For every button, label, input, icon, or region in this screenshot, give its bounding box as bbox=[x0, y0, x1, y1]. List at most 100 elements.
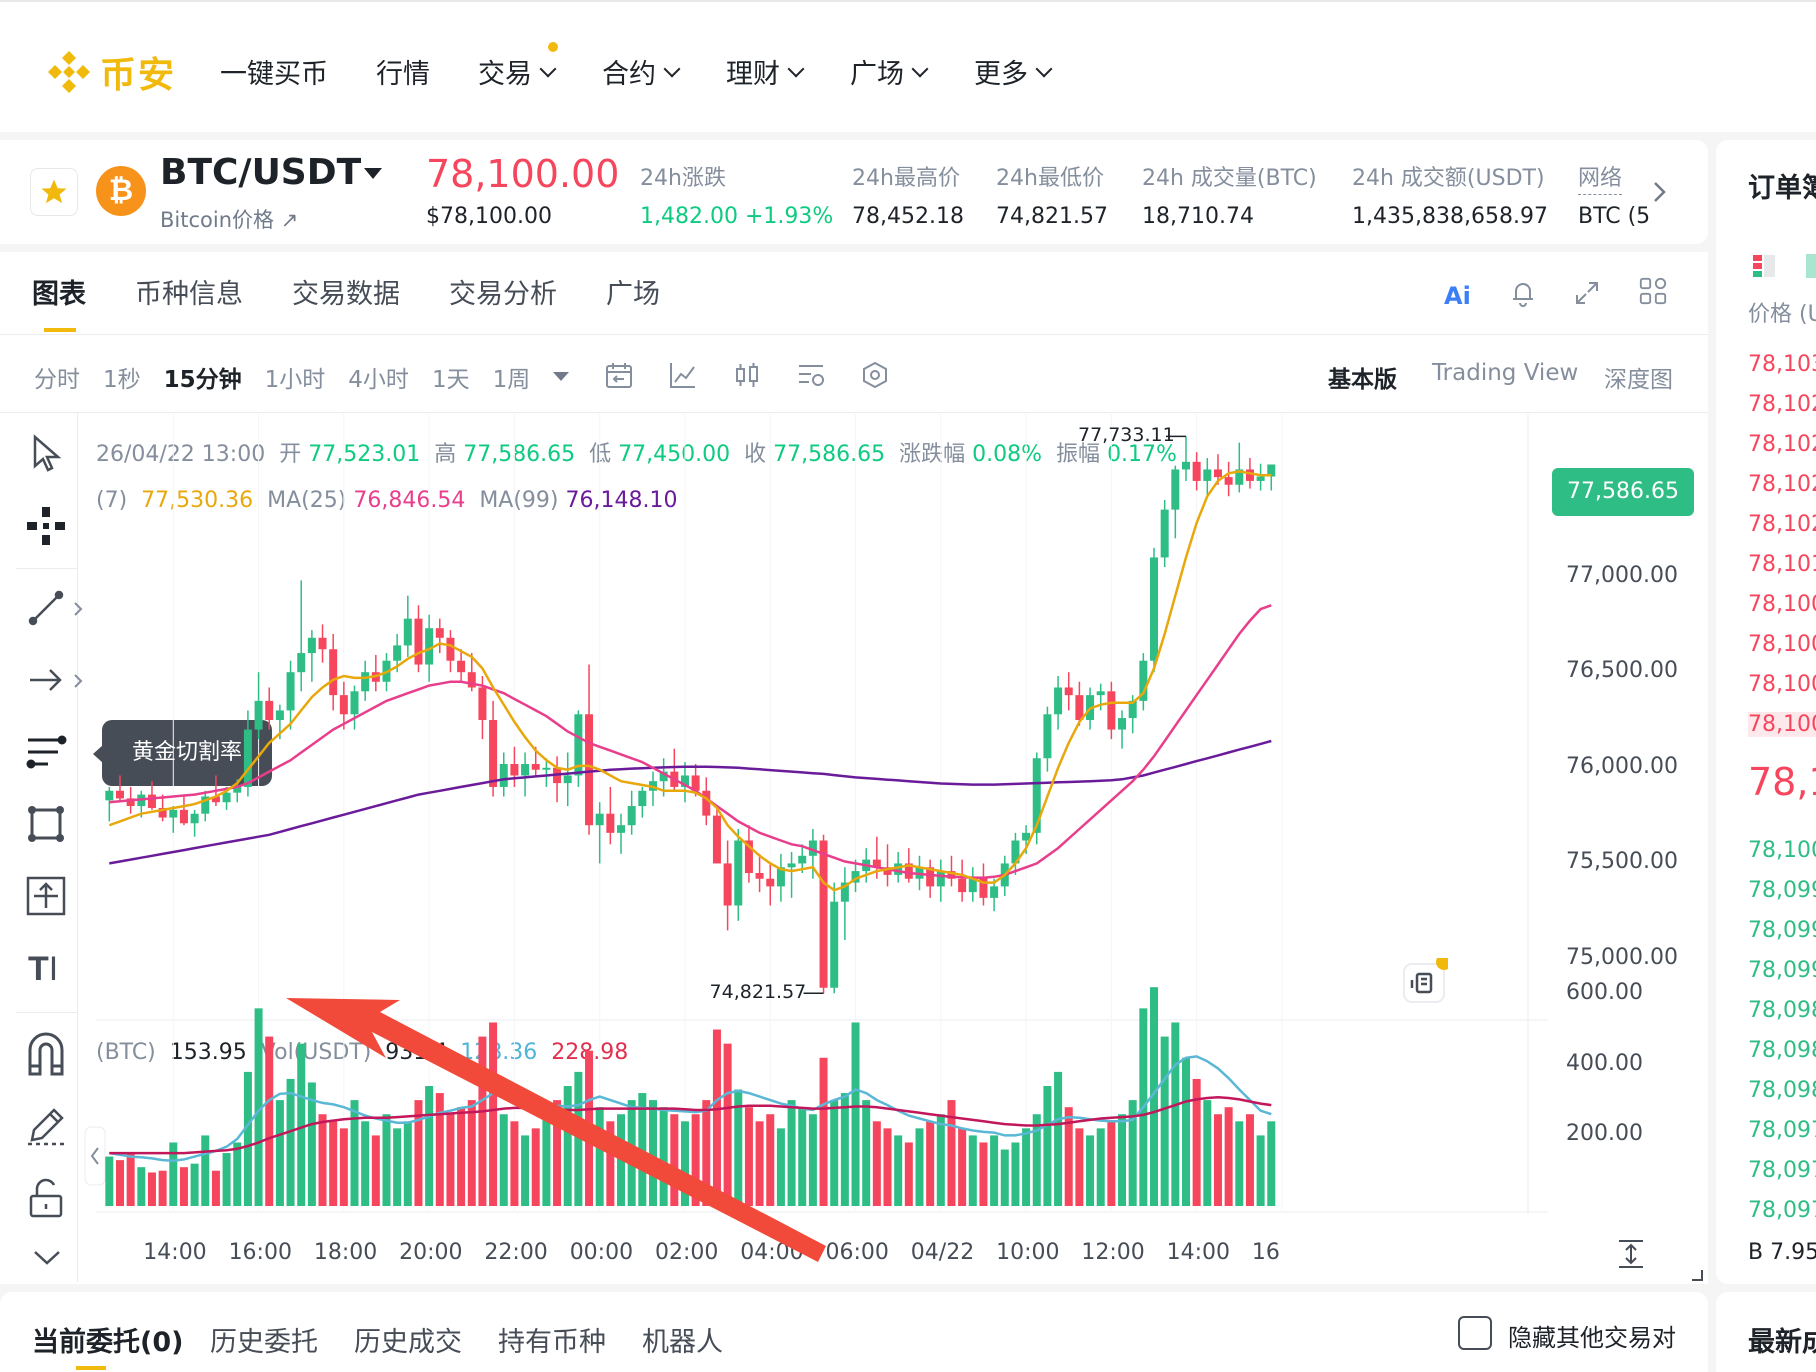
orderbook-ask-row[interactable]: 78,100 bbox=[1748, 712, 1816, 737]
bitcoin-price-link[interactable]: Bitcoin价格 ↗ bbox=[160, 204, 298, 234]
indicator-icon[interactable] bbox=[668, 360, 698, 390]
calendar-icon[interactable] bbox=[604, 360, 634, 390]
orderbook-ratio: B 7.95 bbox=[1748, 1240, 1816, 1265]
candle-body bbox=[1150, 557, 1159, 661]
tab-1[interactable]: 币种信息 bbox=[135, 272, 243, 311]
hexagon-settings-icon[interactable] bbox=[860, 360, 890, 390]
pair-selector[interactable]: BTC/USDT bbox=[160, 152, 361, 193]
nav-item-3[interactable]: 合约 bbox=[602, 52, 681, 91]
tab-3[interactable]: 交易分析 bbox=[449, 272, 557, 311]
fullscreen-icon[interactable] bbox=[1572, 278, 1602, 308]
interval-option[interactable]: 1秒 bbox=[103, 360, 141, 394]
candle-body bbox=[1064, 687, 1073, 696]
nav-item-0[interactable]: 一键买币 bbox=[220, 52, 328, 91]
trend-line-icon[interactable] bbox=[26, 588, 66, 628]
price-tick-label: 76,000.00 bbox=[1566, 753, 1678, 779]
orderbook-ask-row[interactable]: 78,102 bbox=[1748, 432, 1816, 457]
nav-item-1[interactable]: 行情 bbox=[376, 52, 430, 91]
favorite-button[interactable] bbox=[30, 168, 78, 216]
candle-body bbox=[318, 637, 327, 650]
nav-item-5[interactable]: 广场 bbox=[850, 52, 929, 91]
layout-grid-icon[interactable] bbox=[1638, 276, 1668, 306]
orderbook-ask-row[interactable]: 78,100 bbox=[1748, 592, 1816, 617]
lock-open-icon[interactable] bbox=[26, 1176, 66, 1220]
nav-item-4[interactable]: 理财 bbox=[726, 52, 805, 91]
orderbook-bid-row[interactable]: 78,097 bbox=[1748, 1198, 1816, 1223]
interval-option[interactable]: 15分钟 bbox=[164, 360, 242, 394]
orderbook-ask-row[interactable]: 78,102 bbox=[1748, 392, 1816, 417]
order-tab[interactable]: 机器人 bbox=[642, 1320, 723, 1359]
interval-option[interactable]: 1天 bbox=[432, 360, 470, 394]
caret-down-icon[interactable] bbox=[364, 168, 382, 179]
order-tab[interactable]: 历史委托 bbox=[210, 1320, 318, 1359]
volume-bar bbox=[808, 1114, 817, 1206]
arrow-right-icon[interactable] bbox=[26, 660, 66, 700]
order-tab[interactable]: 当前委托(0) bbox=[32, 1320, 183, 1359]
orderbook-bid-row[interactable]: 78,099 bbox=[1748, 878, 1816, 903]
chevron-right-icon[interactable] bbox=[1650, 178, 1670, 206]
orderbook-ask-row[interactable]: 78,100 bbox=[1748, 632, 1816, 657]
orderbook-ask-row[interactable]: 78,100 bbox=[1748, 672, 1816, 697]
orderbook-bid-row[interactable]: 78,099 bbox=[1748, 918, 1816, 943]
orderbook-buy-layout-icon[interactable] bbox=[1806, 254, 1816, 278]
resize-handle-icon[interactable] bbox=[1690, 1268, 1704, 1282]
trade-widget-icon[interactable] bbox=[1400, 958, 1448, 1006]
fibonacci-icon[interactable] bbox=[24, 730, 68, 774]
interval-option[interactable]: 分时 bbox=[34, 360, 80, 394]
rectangle-shape-icon[interactable] bbox=[24, 802, 68, 846]
chevron-right-icon[interactable] bbox=[72, 672, 84, 690]
interval-option[interactable]: 4小时 bbox=[348, 360, 409, 394]
reset-axis-icon[interactable] bbox=[1616, 1238, 1646, 1270]
interval-option[interactable]: 1小时 bbox=[265, 360, 326, 394]
chevron-right-icon[interactable] bbox=[72, 600, 84, 618]
candle-body bbox=[627, 806, 636, 826]
measure-icon[interactable] bbox=[24, 874, 68, 918]
orderbook-ask-row[interactable]: 78,103 bbox=[1748, 352, 1816, 377]
candle-body bbox=[723, 863, 732, 906]
view-option[interactable]: 基本版 bbox=[1328, 360, 1397, 394]
binance-logo[interactable]: 币安 bbox=[44, 46, 176, 98]
interval-option[interactable]: 1周 bbox=[493, 360, 531, 394]
view-option[interactable]: Trading View bbox=[1432, 360, 1578, 386]
magnet-icon[interactable] bbox=[24, 1030, 68, 1078]
order-tab[interactable]: 持有币种 bbox=[498, 1320, 606, 1359]
orderbook-bid-row[interactable]: 78,098 bbox=[1748, 1078, 1816, 1103]
orderbook-ask-row[interactable]: 78,102 bbox=[1748, 472, 1816, 497]
chevron-down-icon[interactable] bbox=[30, 1248, 64, 1268]
text-tool-icon[interactable]: TI bbox=[28, 950, 58, 989]
nav-item-6[interactable]: 更多 bbox=[974, 52, 1053, 91]
orderbook-ask-row[interactable]: 78,102 bbox=[1748, 512, 1816, 537]
hide-other-pairs-checkbox[interactable] bbox=[1458, 1316, 1492, 1350]
chart-settings-icon[interactable] bbox=[796, 360, 826, 390]
candle-type-icon[interactable] bbox=[732, 360, 762, 390]
orderbook-ask-row[interactable]: 78,101 bbox=[1748, 552, 1816, 577]
candle-body bbox=[435, 628, 444, 638]
interval-dropdown-icon[interactable] bbox=[553, 372, 569, 381]
tab-4[interactable]: 广场 bbox=[606, 272, 660, 311]
tab-2[interactable]: 交易数据 bbox=[292, 272, 400, 311]
order-tab[interactable]: 历史成交 bbox=[354, 1320, 462, 1359]
orderbook-bid-row[interactable]: 78,099 bbox=[1748, 958, 1816, 983]
candle-body bbox=[1224, 477, 1233, 485]
orderbook-bid-row[interactable]: 78,097 bbox=[1748, 1158, 1816, 1183]
crosshair-icon[interactable] bbox=[24, 504, 68, 548]
ai-assistant-icon[interactable]: Ai bbox=[1444, 282, 1471, 310]
candle-body bbox=[702, 790, 711, 816]
volume-bar bbox=[425, 1086, 434, 1206]
candle-body bbox=[521, 763, 530, 776]
chevron-down-icon bbox=[539, 60, 557, 77]
orderbook-bid-row[interactable]: 78,098 bbox=[1748, 1038, 1816, 1063]
candlestick-chart[interactable] bbox=[96, 414, 1548, 1214]
time-tick-label: 22:00 bbox=[484, 1240, 548, 1265]
nav-item-2[interactable]: 交易 bbox=[478, 42, 558, 91]
view-option[interactable]: 深度图 bbox=[1604, 360, 1673, 394]
chart-tabs: 图表 币种信息 交易数据 交易分析 广场 bbox=[32, 272, 709, 311]
edit-pencil-icon[interactable] bbox=[24, 1104, 68, 1148]
bell-icon[interactable] bbox=[1508, 278, 1538, 308]
orderbook-bid-row[interactable]: 78,097 bbox=[1748, 1118, 1816, 1143]
orderbook-layout-icon[interactable] bbox=[1752, 254, 1776, 278]
cursor-arrow-icon[interactable] bbox=[30, 434, 64, 474]
orderbook-bid-row[interactable]: 78,100 bbox=[1748, 838, 1816, 863]
orderbook-bid-row[interactable]: 78,098 bbox=[1748, 998, 1816, 1023]
tab-0[interactable]: 图表 bbox=[32, 272, 86, 311]
